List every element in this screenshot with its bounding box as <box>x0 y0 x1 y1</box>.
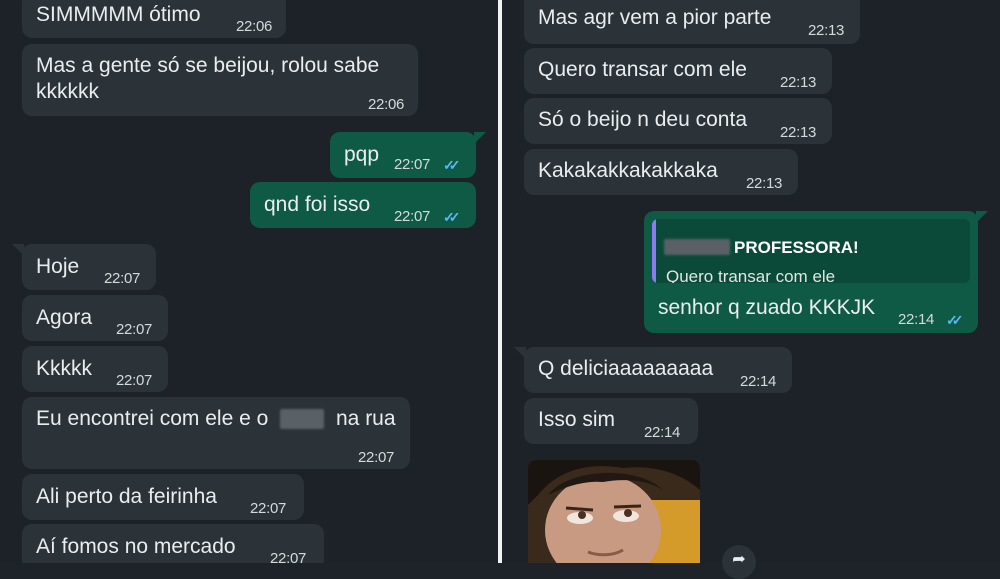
message-text: SIMMMMM ótimo <box>36 3 201 26</box>
message-text: Ali perto da feirinha <box>36 485 217 508</box>
message-text-before: Eu encontrei com ele e o <box>36 407 269 430</box>
message-text: Eu encontrei com ele e o na rua <box>36 406 396 432</box>
quote-accent-bar <box>652 219 656 283</box>
quote-author: PROFESSORA! <box>734 238 859 257</box>
message-time: 22:14 <box>644 424 681 441</box>
message-bubble-outgoing[interactable]: qnd foi isso 22:07 ✓✓ <box>250 182 476 228</box>
message-text: Isso sim <box>538 408 616 431</box>
message-bubble-incoming[interactable]: SIMMMMM ótimo 22:06 <box>22 0 286 38</box>
message-text: qnd foi isso <box>264 193 371 216</box>
message-time: 22:14 <box>898 311 935 328</box>
message-time: 22:13 <box>780 74 817 91</box>
message-bubble-incoming[interactable]: Isso sim 22:14 <box>524 398 698 444</box>
message-bubble-incoming[interactable]: Só o beijo n deu conta 22:13 <box>524 98 832 144</box>
message-text: Kakakakkakakkaka <box>538 159 718 182</box>
message-text: Mas a gente só se beijou, rolou sabe <box>36 54 380 77</box>
message-bubble-outgoing[interactable]: pqp 22:07 ✓✓ <box>330 132 476 178</box>
message-time: 22:06 <box>236 18 273 35</box>
read-ticks-icon: ✓✓ <box>443 157 461 173</box>
message-text: Quero transar com ele <box>538 58 747 81</box>
message-time: 22:07 <box>250 500 287 517</box>
message-text: Aí fomos no mercado <box>36 535 236 558</box>
message-bubble-incoming[interactable]: Ali perto da feirinha 22:07 <box>22 474 304 520</box>
left-chat-panel: SIMMMMM ótimo 22:06 Mas a gente só se be… <box>0 0 498 563</box>
message-text: Kkkkk <box>36 357 93 380</box>
message-text: pqp <box>344 143 380 166</box>
redacted-name <box>664 239 730 255</box>
message-bubble-incoming[interactable]: Eu encontrei com ele e o na rua 22:07 <box>22 397 410 469</box>
bubble-tail <box>976 211 988 223</box>
message-text: Q deliciaaaaaaaaa <box>538 357 714 380</box>
message-text-after: na rua <box>336 407 396 430</box>
message-bubble-outgoing-reply[interactable]: PROFESSORA! Quero transar com ele senhor… <box>644 211 978 333</box>
message-bubble-incoming[interactable]: Mas agr vem a pior parte 22:13 <box>524 0 860 44</box>
message-time: 22:07 <box>270 550 307 563</box>
message-bubble-incoming[interactable]: Q deliciaaaaaaaaa 22:14 <box>524 347 792 393</box>
message-bubble-incoming[interactable]: Quero transar com ele 22:13 <box>524 48 832 94</box>
message-text: kkkkkk <box>36 80 99 103</box>
message-time: 22:07 <box>116 321 153 338</box>
message-time: 22:07 <box>358 449 395 466</box>
message-bubble-incoming[interactable]: Aí fomos no mercado 22:07 <box>22 524 324 563</box>
message-bubble-incoming[interactable]: Kkkkk 22:07 <box>22 346 168 392</box>
message-text: Mas agr vem a pior parte <box>538 6 772 29</box>
quote-text: Quero transar com ele <box>666 267 836 283</box>
message-bubble-incoming[interactable]: Mas a gente só se beijou, rolou sabe kkk… <box>22 44 418 116</box>
read-ticks-icon: ✓✓ <box>443 209 461 225</box>
message-bubble-incoming[interactable]: Hoje 22:07 <box>22 244 156 290</box>
message-text: senhor q zuado KKKJK <box>658 296 876 319</box>
image-message[interactable] <box>528 460 700 563</box>
message-time: 22:06 <box>368 96 405 113</box>
message-text: Agora <box>36 306 93 329</box>
message-time: 22:07 <box>394 156 431 173</box>
message-text: Hoje <box>36 255 80 278</box>
message-time: 22:07 <box>394 208 431 225</box>
message-time: 22:13 <box>780 124 817 141</box>
message-time: 22:07 <box>116 372 153 389</box>
bubble-tail <box>474 132 486 144</box>
photo-face <box>528 460 700 563</box>
message-time: 22:14 <box>740 373 777 390</box>
redacted-name <box>280 409 325 430</box>
message-bubble-incoming[interactable]: Kakakakkakakkaka 22:13 <box>524 149 798 195</box>
message-time: 22:13 <box>746 175 783 192</box>
message-bubble-incoming[interactable]: Agora 22:07 <box>22 295 168 341</box>
message-time: 22:13 <box>808 22 845 39</box>
quoted-message[interactable]: PROFESSORA! Quero transar com ele <box>652 219 970 283</box>
read-ticks-icon: ✓✓ <box>946 312 964 328</box>
message-time: 22:07 <box>104 270 141 287</box>
message-text: Só o beijo n deu conta <box>538 108 747 131</box>
forward-icon[interactable]: ➦ <box>722 545 756 579</box>
